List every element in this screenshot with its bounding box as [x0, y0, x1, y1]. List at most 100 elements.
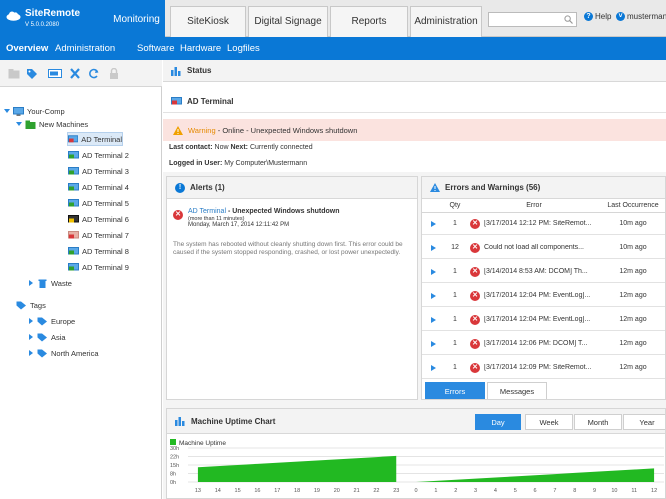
error-row[interactable]: 1 ✕ [3/14/2014 8:53 AM: DCOM] Th... 12m ago — [422, 261, 665, 283]
expand-arrow-icon[interactable] — [422, 268, 444, 275]
rename-icon[interactable] — [48, 68, 62, 79]
error-row[interactable]: 12 ✕ Could not load all components... 10m a… — [422, 237, 665, 259]
tree-machine-6[interactable]: AD Terminal 6 — [68, 212, 129, 226]
col-last-occurrence[interactable]: Last Occurrence — [602, 202, 664, 209]
errors-header: Errors and Warnings (56) — [422, 177, 665, 199]
x-tick-label: 18 — [294, 488, 300, 494]
tree-tag-asia[interactable]: Asia — [28, 330, 66, 344]
expand-arrow-icon[interactable] — [422, 292, 444, 299]
machine-label: AD Terminal 7 — [82, 230, 129, 240]
chart-tab-month[interactable]: Month — [574, 414, 622, 430]
user-menu-button[interactable]: ˅ mustermann — [616, 12, 666, 21]
status-header: Status — [163, 60, 666, 82]
tab-sitekiosk[interactable]: SiteKiosk — [170, 6, 246, 37]
collapsed-arrow-icon[interactable] — [28, 318, 34, 324]
x-tick-label: 2 — [454, 488, 457, 494]
subnav-software[interactable]: Software — [137, 43, 175, 54]
tree-tag-europe[interactable]: Europe — [28, 314, 75, 328]
chevron-down-icon: ˅ — [616, 12, 625, 21]
last-contact-value: Now — [214, 144, 229, 151]
tree-node-tags[interactable]: Tags — [16, 298, 46, 312]
expand-arrow-icon[interactable] — [422, 220, 444, 227]
error-row[interactable]: 1 ✕ [3/17/2014 12:06 PM: DCOM] T... 12m ago — [422, 333, 665, 355]
lock-icon[interactable] — [108, 68, 120, 79]
tree-label: Waste — [51, 278, 72, 288]
col-qty[interactable]: Qty — [444, 202, 466, 209]
alert-item[interactable]: AD Terminal - Unexpected Windows shutdow… — [188, 208, 413, 228]
collapsed-arrow-icon[interactable] — [28, 350, 34, 356]
error-text: [3/17/2014 12:09 PM: SiteRemot... — [484, 364, 592, 371]
tree-machine-8[interactable]: AD Terminal 8 — [68, 244, 129, 258]
warning-label: Warning — [188, 125, 216, 135]
alert-machine-link[interactable]: AD Terminal — [188, 208, 226, 215]
error-qty: 1 — [453, 268, 457, 275]
tag-icon[interactable] — [26, 68, 38, 79]
machine-label: AD Terminal 6 — [82, 214, 129, 224]
search-icon[interactable] — [564, 15, 573, 24]
alert-title: - Unexpected Windows shutdown — [226, 208, 340, 215]
tree-node-waste[interactable]: Waste — [28, 276, 72, 290]
tree-label: Your-Comp — [27, 106, 65, 116]
error-row[interactable]: 1 ✕ [3/17/2014 12:12 PM: SiteRemot... 10m a… — [422, 213, 665, 235]
tree-machine-5[interactable]: AD Terminal 5 — [68, 196, 129, 210]
collapsed-arrow-icon[interactable] — [28, 280, 34, 286]
x-tick-label: 17 — [274, 488, 280, 494]
error-icon: ✕ — [466, 338, 484, 349]
user-label: mustermann — [627, 12, 666, 21]
search-input[interactable] — [489, 13, 561, 26]
tree-tag-north-america[interactable]: North America — [28, 346, 99, 360]
help-button[interactable]: ? Help — [584, 12, 611, 21]
error-row[interactable]: 1 ✕ [3/17/2014 12:04 PM: EventLog]... 12m a… — [422, 309, 665, 331]
tab-digital-signage[interactable]: Digital Signage — [248, 6, 328, 37]
tab-administration[interactable]: Administration — [410, 6, 482, 37]
tree-machine-4[interactable]: AD Terminal 4 — [68, 180, 129, 194]
folder-icon[interactable] — [8, 68, 20, 79]
machine-label: AD Terminal 9 — [82, 262, 129, 272]
tab-reports[interactable]: Reports — [330, 6, 408, 37]
y-tick-label: 22h — [170, 455, 179, 461]
chart-tab-day[interactable]: Day — [475, 414, 521, 430]
chart-tab-year[interactable]: Year — [623, 414, 665, 430]
tree-machine-2[interactable]: AD Terminal 2 — [68, 148, 129, 162]
delete-icon[interactable] — [69, 68, 81, 79]
subnav-hardware[interactable]: Hardware — [180, 43, 221, 54]
x-tick-label: 12 — [651, 488, 657, 494]
error-text: [3/17/2014 12:04 PM: EventLog]... — [484, 292, 591, 299]
refresh-icon[interactable] — [88, 68, 100, 79]
help-icon: ? — [584, 12, 593, 21]
tree-machine-7[interactable]: AD Terminal 7 — [68, 228, 129, 242]
tab-errors[interactable]: Errors — [425, 382, 485, 399]
app-logo[interactable]: SiteRemote V 5.0.0.2080 — [0, 0, 108, 37]
tab-messages[interactable]: Messages — [487, 382, 547, 399]
computer-ok-icon — [68, 262, 79, 270]
machine-label: AD Terminal 5 — [82, 198, 129, 208]
error-row[interactable]: 1 ✕ [3/17/2014 12:04 PM: EventLog]... 12m a… — [422, 285, 665, 307]
error-last-occurrence: 12m ago — [619, 340, 647, 347]
expand-arrow-icon[interactable] — [422, 340, 444, 347]
errors-table-header: Qty Error Last Occurrence — [422, 199, 665, 213]
tree-machine-1[interactable]: AD Terminal — [67, 132, 123, 146]
expand-arrow-icon[interactable] — [422, 244, 444, 251]
alerts-header: ! Alerts (1) — [167, 177, 417, 199]
x-tick-label: 14 — [215, 488, 221, 494]
expanded-arrow-icon[interactable] — [4, 108, 10, 114]
error-icon: ✕ — [466, 242, 484, 253]
expand-arrow-icon[interactable] — [422, 316, 444, 323]
collapsed-arrow-icon[interactable] — [28, 334, 34, 340]
expand-arrow-icon[interactable] — [422, 364, 444, 371]
expanded-arrow-icon[interactable] — [16, 121, 22, 127]
help-label: Help — [595, 12, 612, 21]
col-error[interactable]: Error — [466, 202, 602, 209]
error-qty: 1 — [453, 340, 457, 347]
subnav-administration[interactable]: Administration — [55, 43, 115, 54]
tab-monitoring[interactable]: Monitoring — [108, 0, 165, 37]
subnav-logfiles[interactable]: Logfiles — [227, 43, 260, 54]
error-row[interactable]: 1 ✕ [3/17/2014 12:09 PM: SiteRemot... 12m a… — [422, 357, 665, 379]
tree-node-root[interactable]: Your-Comp — [4, 104, 65, 118]
warning-bar: Warning - Online - Unexpected Windows sh… — [163, 119, 666, 141]
chart-tab-week[interactable]: Week — [525, 414, 573, 430]
tree-node-group[interactable]: New Machines — [16, 117, 88, 131]
tree-machine-3[interactable]: AD Terminal 3 — [68, 164, 129, 178]
tree-machine-9[interactable]: AD Terminal 9 — [68, 260, 129, 274]
subnav-overview[interactable]: Overview — [6, 43, 48, 54]
